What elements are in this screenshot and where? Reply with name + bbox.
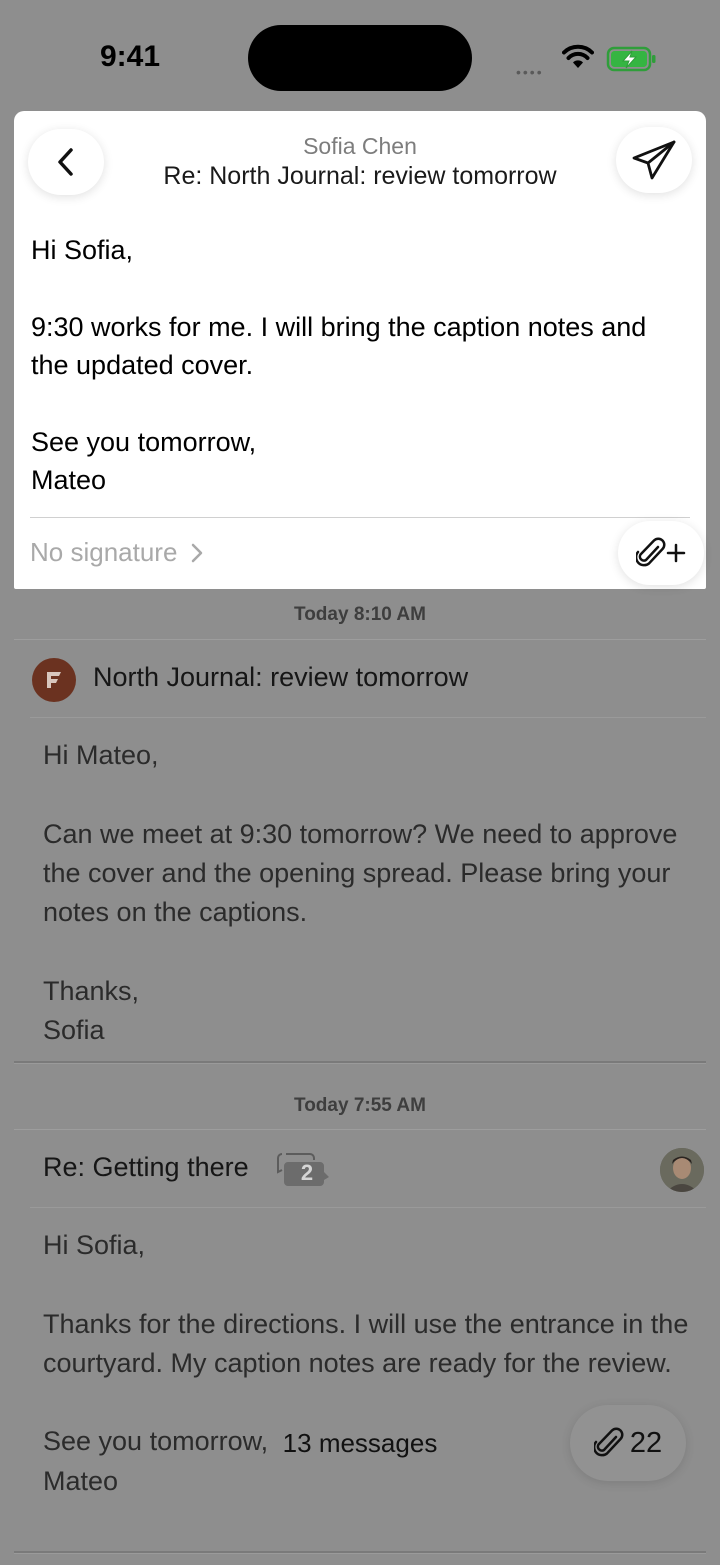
wifi-icon (562, 44, 594, 68)
compose-body-line: Mateo (31, 465, 107, 495)
paper-plane-icon (632, 140, 676, 180)
message-body: Hi Mateo, Can we meet at 9:30 tomorrow? … (14, 718, 706, 1050)
attachments-button[interactable]: 22 (570, 1405, 686, 1481)
plus-icon (666, 543, 686, 563)
message-header: North Journal: review tomorrow (30, 640, 706, 718)
sender-logo-icon (32, 658, 76, 702)
thread-message[interactable]: North Journal: review tomorrow Hi Mateo,… (14, 639, 706, 1063)
chevron-right-icon (192, 543, 203, 562)
message-subject: North Journal: review tomorrow (93, 662, 469, 692)
compose-body-line: Hi Sofia, (31, 235, 134, 265)
compose-body-line: See you tomorrow, (31, 426, 257, 457)
compose-body-line: 9:30 works for me. I will bring the capt… (31, 311, 647, 381)
message-header: Re: Getting there 2 (30, 1130, 706, 1208)
compose-recipient: Sofia Chen (303, 133, 417, 159)
message-body-line: Hi Mateo, (43, 740, 159, 770)
message-body-line: Sofia (43, 1015, 105, 1046)
paperclip-icon (593, 1427, 624, 1457)
thread-count: 2 (300, 1160, 314, 1185)
status-time: 9:41 (100, 40, 161, 73)
divider (30, 517, 690, 518)
status-bar: 9:41 •••• (0, 0, 720, 110)
message-body-line: Thanks, (43, 975, 140, 1006)
add-attachment-button[interactable] (618, 521, 704, 585)
send-button[interactable] (616, 127, 692, 193)
signature-label: No signature (30, 537, 178, 567)
signature-selector[interactable]: No signature (30, 537, 203, 568)
compose-body-editor[interactable]: Hi Sofia, 9:30 works for me. I will brin… (31, 231, 691, 500)
battery-charging-icon (606, 46, 656, 72)
thread-message[interactable]: Re: Getting there 2 Hi Sofia, Thanks for… (14, 1129, 706, 1553)
message-timestamp: Today 8:10 AM (294, 604, 426, 625)
message-subject: Re: Getting there (43, 1152, 249, 1182)
message-body-line: Thanks for the directions. I will use th… (43, 1308, 689, 1378)
cellular-signal-icon: •••• (516, 64, 544, 80)
message-body-line: Can we meet at 9:30 tomorrow? We need to… (43, 818, 678, 928)
attachment-count: 22 (629, 1426, 663, 1459)
avatar (660, 1148, 704, 1192)
paperclip-icon (636, 537, 666, 567)
dynamic-island (248, 25, 472, 91)
compose-subject: Re: North Journal: review tomorrow (163, 162, 557, 190)
thread-count-badge[interactable]: 2 (276, 1150, 332, 1195)
reply-compose-card[interactable]: Sofia Chen Re: North Journal: review tom… (14, 111, 706, 589)
message-body-line: Hi Sofia, (43, 1230, 146, 1260)
message-timestamp: Today 7:55 AM (294, 1095, 426, 1116)
